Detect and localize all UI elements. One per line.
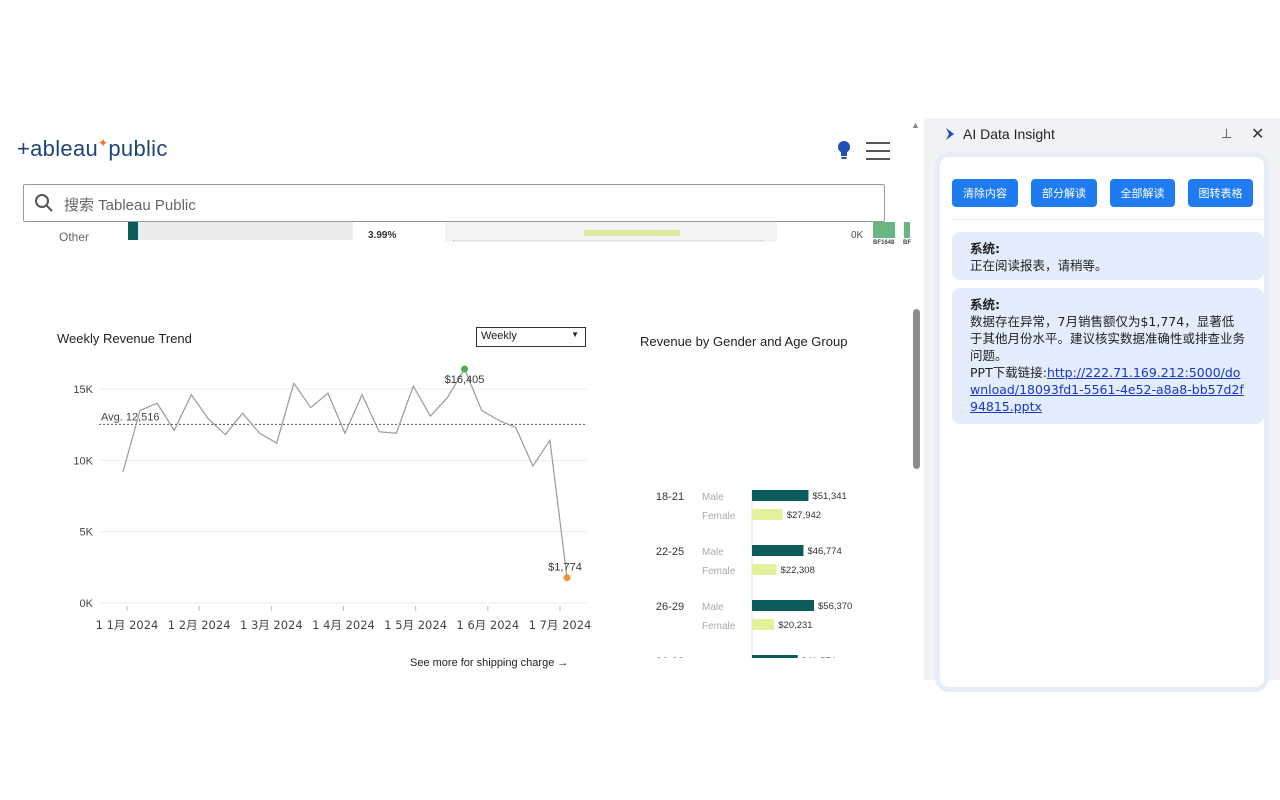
system-message: 系统: 数据存在异常，7月销售额仅为$1,774，显著低于其他月份水平。建议核实…	[952, 288, 1264, 424]
bar-value-label: $46,774	[807, 546, 841, 557]
logo-text-2: public	[108, 136, 168, 161]
x-tick-label: 1 6月 2024	[456, 618, 519, 632]
y-tick-label: 15K	[73, 384, 93, 396]
average-label: Avg. 12,516	[101, 411, 160, 423]
partial-interpret-button[interactable]: 部分解读	[1031, 179, 1097, 207]
age-group-label: 18-21	[656, 491, 684, 503]
peak-point	[461, 365, 469, 373]
female-bar	[752, 619, 775, 630]
trend-chart-title: Weekly Revenue Trend	[57, 331, 192, 346]
bar-value-label: $20,231	[778, 620, 812, 631]
close-icon[interactable]: ✕	[1251, 124, 1264, 144]
female-bar	[752, 509, 783, 520]
x-tick-label: 1 7月 2024	[529, 618, 592, 632]
clipped-tick-label: BF	[903, 240, 911, 246]
bar-value-label: $56,370	[818, 601, 852, 612]
gender-label: Male	[702, 547, 724, 558]
period-dropdown-value: Weekly	[481, 330, 517, 342]
x-tick-label: 1 5月 2024	[384, 618, 447, 632]
revenue-line	[122, 367, 568, 578]
low-point	[563, 574, 571, 582]
logo-spark-icon: ✦	[98, 136, 109, 150]
search-input[interactable]: 搜索 Tableau Public	[23, 184, 885, 222]
male-bar	[752, 600, 814, 611]
age-group-label: 26-29	[656, 601, 684, 613]
clipped-content-strip: Other 3.99% 0K BF1648 BF	[0, 222, 912, 248]
x-tick-label: 1 2月 2024	[168, 618, 231, 632]
y-tick-label: 10K	[73, 455, 93, 467]
ppt-label: PPT下载链接:	[970, 365, 1047, 380]
system-message: 系统: 正在阅读报表，请稍等。	[952, 232, 1264, 280]
ppt-download-line: PPT下载链接:http://222.71.169.212:5000/downl…	[970, 364, 1246, 415]
clipped-axis-label: 0K	[851, 230, 864, 241]
message-text: 正在阅读报表，请稍等。	[970, 258, 1108, 273]
gender-label: Female	[702, 621, 736, 632]
female-bar	[752, 564, 777, 575]
full-interpret-button[interactable]: 全部解读	[1110, 179, 1175, 207]
dropdown-arrow-icon: ▼	[571, 330, 579, 339]
age-group-label: 30-32	[656, 656, 684, 658]
clipped-green-bar	[873, 222, 895, 238]
x-tick-label: 1 3月 2024	[240, 618, 303, 632]
bar-value-label: $51,341	[812, 491, 846, 502]
male-bar	[752, 490, 809, 501]
y-tick-label: 0K	[80, 598, 94, 610]
age-group-label: 22-25	[656, 546, 684, 558]
other-bar	[128, 222, 138, 240]
tableau-viewport: +ableau✦public 搜索 Tableau Public Other 3…	[0, 118, 912, 680]
ai-insight-panel: AI Data Insight ⊥ ✕ 清除内容 部分解读 全部解读 图转表格 …	[924, 118, 1280, 692]
panel-content-card: 清除内容 部分解读 全部解读 图转表格 系统: 正在阅读报表，请稍等。 系统: …	[935, 152, 1269, 692]
scroll-up-arrow-icon[interactable]: ▲	[911, 120, 920, 130]
male-bar	[752, 545, 804, 556]
period-dropdown[interactable]: Weekly ▼	[476, 327, 586, 347]
bar-value-label: $22,308	[781, 565, 815, 576]
vertical-scrollbar-thumb[interactable]	[913, 309, 920, 469]
see-more-shipping-link[interactable]: See more for shipping charge →	[410, 657, 568, 669]
divider	[952, 219, 1264, 220]
gender-label: Male	[702, 602, 724, 613]
x-tick-label: 1 1月 2024	[96, 618, 159, 632]
clipped-table-bar	[584, 230, 680, 236]
gender-label: Female	[702, 566, 736, 577]
search-icon	[35, 194, 53, 212]
peak-label: $16,405	[445, 374, 485, 386]
panel-title: AI Data Insight	[963, 126, 1055, 142]
bar-value-label: $41,574	[802, 656, 836, 658]
lightbulb-icon[interactable]	[836, 140, 852, 160]
pin-icon[interactable]: ⊥	[1221, 126, 1232, 142]
tableau-public-logo[interactable]: +ableau✦public	[17, 136, 168, 162]
other-label: Other	[59, 230, 90, 244]
male-bar	[752, 655, 798, 658]
ai-logo-icon	[946, 128, 954, 140]
x-tick-label: 1 4月 2024	[312, 618, 375, 632]
bar-value-label: $27,942	[787, 510, 821, 521]
search-placeholder: 搜索 Tableau Public	[64, 197, 196, 214]
gender-label: Male	[702, 492, 724, 503]
gender-age-chart-title: Revenue by Gender and Age Group	[640, 334, 848, 349]
hamburger-menu-icon[interactable]	[866, 142, 890, 160]
gender-label: Female	[702, 511, 736, 522]
chart-to-table-button[interactable]: 图转表格	[1188, 179, 1253, 207]
message-text: 数据存在异常，7月销售额仅为$1,774，显著低于其他月份水平。建议核实数据准确…	[970, 314, 1246, 363]
message-sender: 系统:	[970, 241, 1000, 256]
gender-age-bar-chart[interactable]: 18-21 Male $51,341 Female $27,942 22-25 Male $4…	[640, 358, 900, 658]
logo-text: +ableau	[17, 136, 99, 161]
low-label: $1,774	[548, 562, 582, 574]
weekly-revenue-line-chart[interactable]: 0K 5K 10K 15K 1 1月 2024 1 2月 2024 1 3月 2024 1 4…	[55, 358, 595, 638]
clipped-green-bar	[904, 222, 910, 238]
clipped-table-divider	[453, 240, 763, 241]
gender-label: Male	[702, 657, 724, 658]
other-percent: 3.99%	[368, 230, 397, 241]
other-bar-track	[128, 222, 353, 240]
clipped-tick-label: BF1648	[873, 240, 895, 246]
clear-content-button[interactable]: 清除内容	[952, 179, 1018, 207]
y-tick-label: 5K	[80, 527, 94, 539]
message-sender: 系统:	[970, 297, 1000, 312]
